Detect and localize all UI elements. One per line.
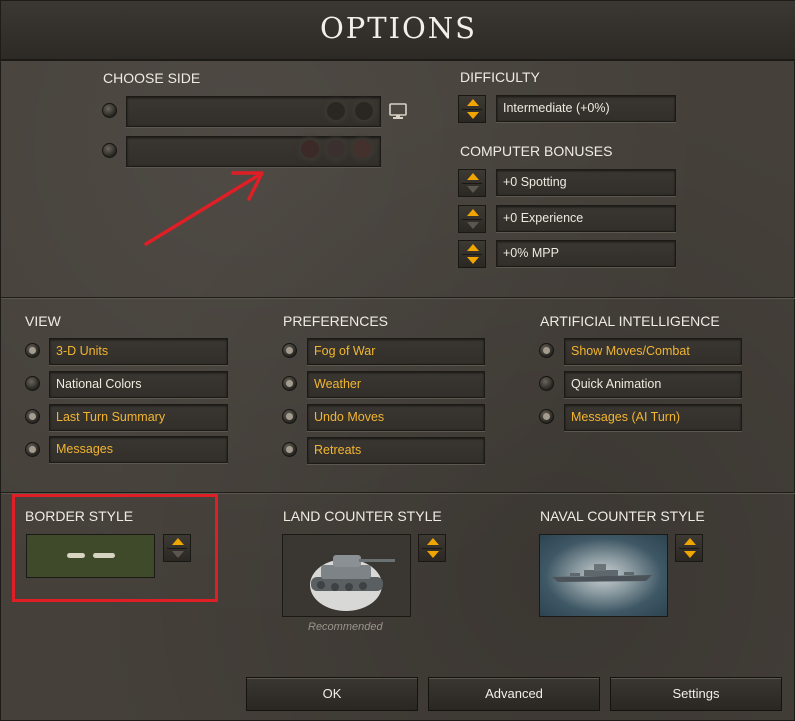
up-arrow-icon[interactable] <box>684 538 696 545</box>
flag-icon <box>355 102 373 120</box>
pref-fog-of-war-option[interactable]: Fog of War <box>307 338 485 365</box>
advanced-button[interactable]: Advanced <box>428 677 600 711</box>
battleship-icon <box>552 564 652 582</box>
view-national-colors-option[interactable]: National Colors <box>49 371 228 398</box>
border-style-stepper[interactable] <box>163 534 191 562</box>
flag-icon <box>327 140 345 158</box>
view-heading: VIEW <box>25 313 61 329</box>
land-counter-heading: LAND COUNTER STYLE <box>283 508 442 524</box>
pref-weather-option[interactable]: Weather <box>307 371 485 398</box>
difficulty-value: Intermediate (+0%) <box>496 95 676 122</box>
up-arrow-icon[interactable] <box>427 538 439 545</box>
up-arrow-icon[interactable] <box>172 538 184 545</box>
pref-retreats-option[interactable]: Retreats <box>307 437 485 464</box>
view-last-turn-summary-option[interactable]: Last Turn Summary <box>49 404 228 431</box>
flag-icon <box>327 102 345 120</box>
pref-fog-of-war-radio[interactable] <box>282 343 297 358</box>
tank-icon <box>310 555 395 611</box>
ai-show-moves-option[interactable]: Show Moves/Combat <box>564 338 742 365</box>
window-title: OPTIONS <box>319 11 478 45</box>
experience-stepper[interactable] <box>458 205 486 233</box>
mpp-stepper[interactable] <box>458 240 486 268</box>
ai-quick-animation-option[interactable]: Quick Animation <box>564 371 742 398</box>
side-1-radio[interactable] <box>102 103 117 118</box>
settings-button[interactable]: Settings <box>610 677 782 711</box>
view-national-colors-radio[interactable] <box>25 376 40 391</box>
side-2-radio[interactable] <box>102 143 117 158</box>
naval-counter-preview <box>539 534 668 617</box>
pref-undo-moves-option[interactable]: Undo Moves <box>307 404 485 431</box>
naval-counter-heading: NAVAL COUNTER STYLE <box>540 508 705 524</box>
down-arrow-icon[interactable] <box>467 112 479 119</box>
up-arrow-icon[interactable] <box>467 99 479 106</box>
up-arrow-icon[interactable] <box>467 244 479 251</box>
land-counter-preview <box>282 534 411 617</box>
options-window: OPTIONS CHOOSE SIDE DIFFICULTY Intermedi… <box>0 0 795 721</box>
flag-icon <box>301 140 319 158</box>
pref-weather-radio[interactable] <box>282 376 297 391</box>
monitor-icon <box>389 103 407 119</box>
difficulty-heading: DIFFICULTY <box>460 69 540 85</box>
pref-retreats-radio[interactable] <box>282 442 297 457</box>
spotting-value: +0 Spotting <box>496 169 676 196</box>
title-bar: OPTIONS <box>1 1 795 61</box>
spotting-stepper[interactable] <box>458 169 486 197</box>
land-counter-stepper[interactable] <box>418 534 446 562</box>
down-arrow-icon[interactable] <box>467 222 479 229</box>
flag-icon <box>353 140 371 158</box>
ai-quick-animation-radio[interactable] <box>539 376 554 391</box>
preferences-heading: PREFERENCES <box>283 313 389 329</box>
experience-value: +0 Experience <box>496 205 676 232</box>
side-1-field[interactable] <box>126 96 381 127</box>
ai-messages-option[interactable]: Messages (AI Turn) <box>564 404 742 431</box>
choose-side-heading: CHOOSE SIDE <box>103 70 201 86</box>
view-last-turn-summary-radio[interactable] <box>25 409 40 424</box>
down-arrow-icon[interactable] <box>427 551 439 558</box>
section-divider <box>1 297 795 299</box>
computer-bonuses-heading: COMPUTER BONUSES <box>460 143 613 159</box>
ai-show-moves-radio[interactable] <box>539 343 554 358</box>
mpp-value: +0% MPP <box>496 240 676 267</box>
ok-button[interactable]: OK <box>246 677 418 711</box>
difficulty-stepper[interactable] <box>458 95 486 123</box>
border-dash-icon <box>67 553 115 558</box>
naval-counter-stepper[interactable] <box>675 534 703 562</box>
recommended-caption: Recommended <box>308 621 383 633</box>
view-messages-radio[interactable] <box>25 442 40 457</box>
annotation-arrow <box>144 171 264 246</box>
down-arrow-icon[interactable] <box>172 551 184 558</box>
view-3d-units-option[interactable]: 3-D Units <box>49 338 228 365</box>
down-arrow-icon[interactable] <box>467 257 479 264</box>
view-3d-units-radio[interactable] <box>25 343 40 358</box>
ai-messages-radio[interactable] <box>539 409 554 424</box>
ai-heading: ARTIFICIAL INTELLIGENCE <box>540 313 720 329</box>
border-style-preview <box>26 534 155 578</box>
down-arrow-icon[interactable] <box>684 551 696 558</box>
down-arrow-icon[interactable] <box>467 186 479 193</box>
up-arrow-icon[interactable] <box>467 209 479 216</box>
pref-undo-moves-radio[interactable] <box>282 409 297 424</box>
up-arrow-icon[interactable] <box>467 173 479 180</box>
border-style-heading: BORDER STYLE <box>25 508 134 524</box>
view-messages-option[interactable]: Messages <box>49 436 228 463</box>
